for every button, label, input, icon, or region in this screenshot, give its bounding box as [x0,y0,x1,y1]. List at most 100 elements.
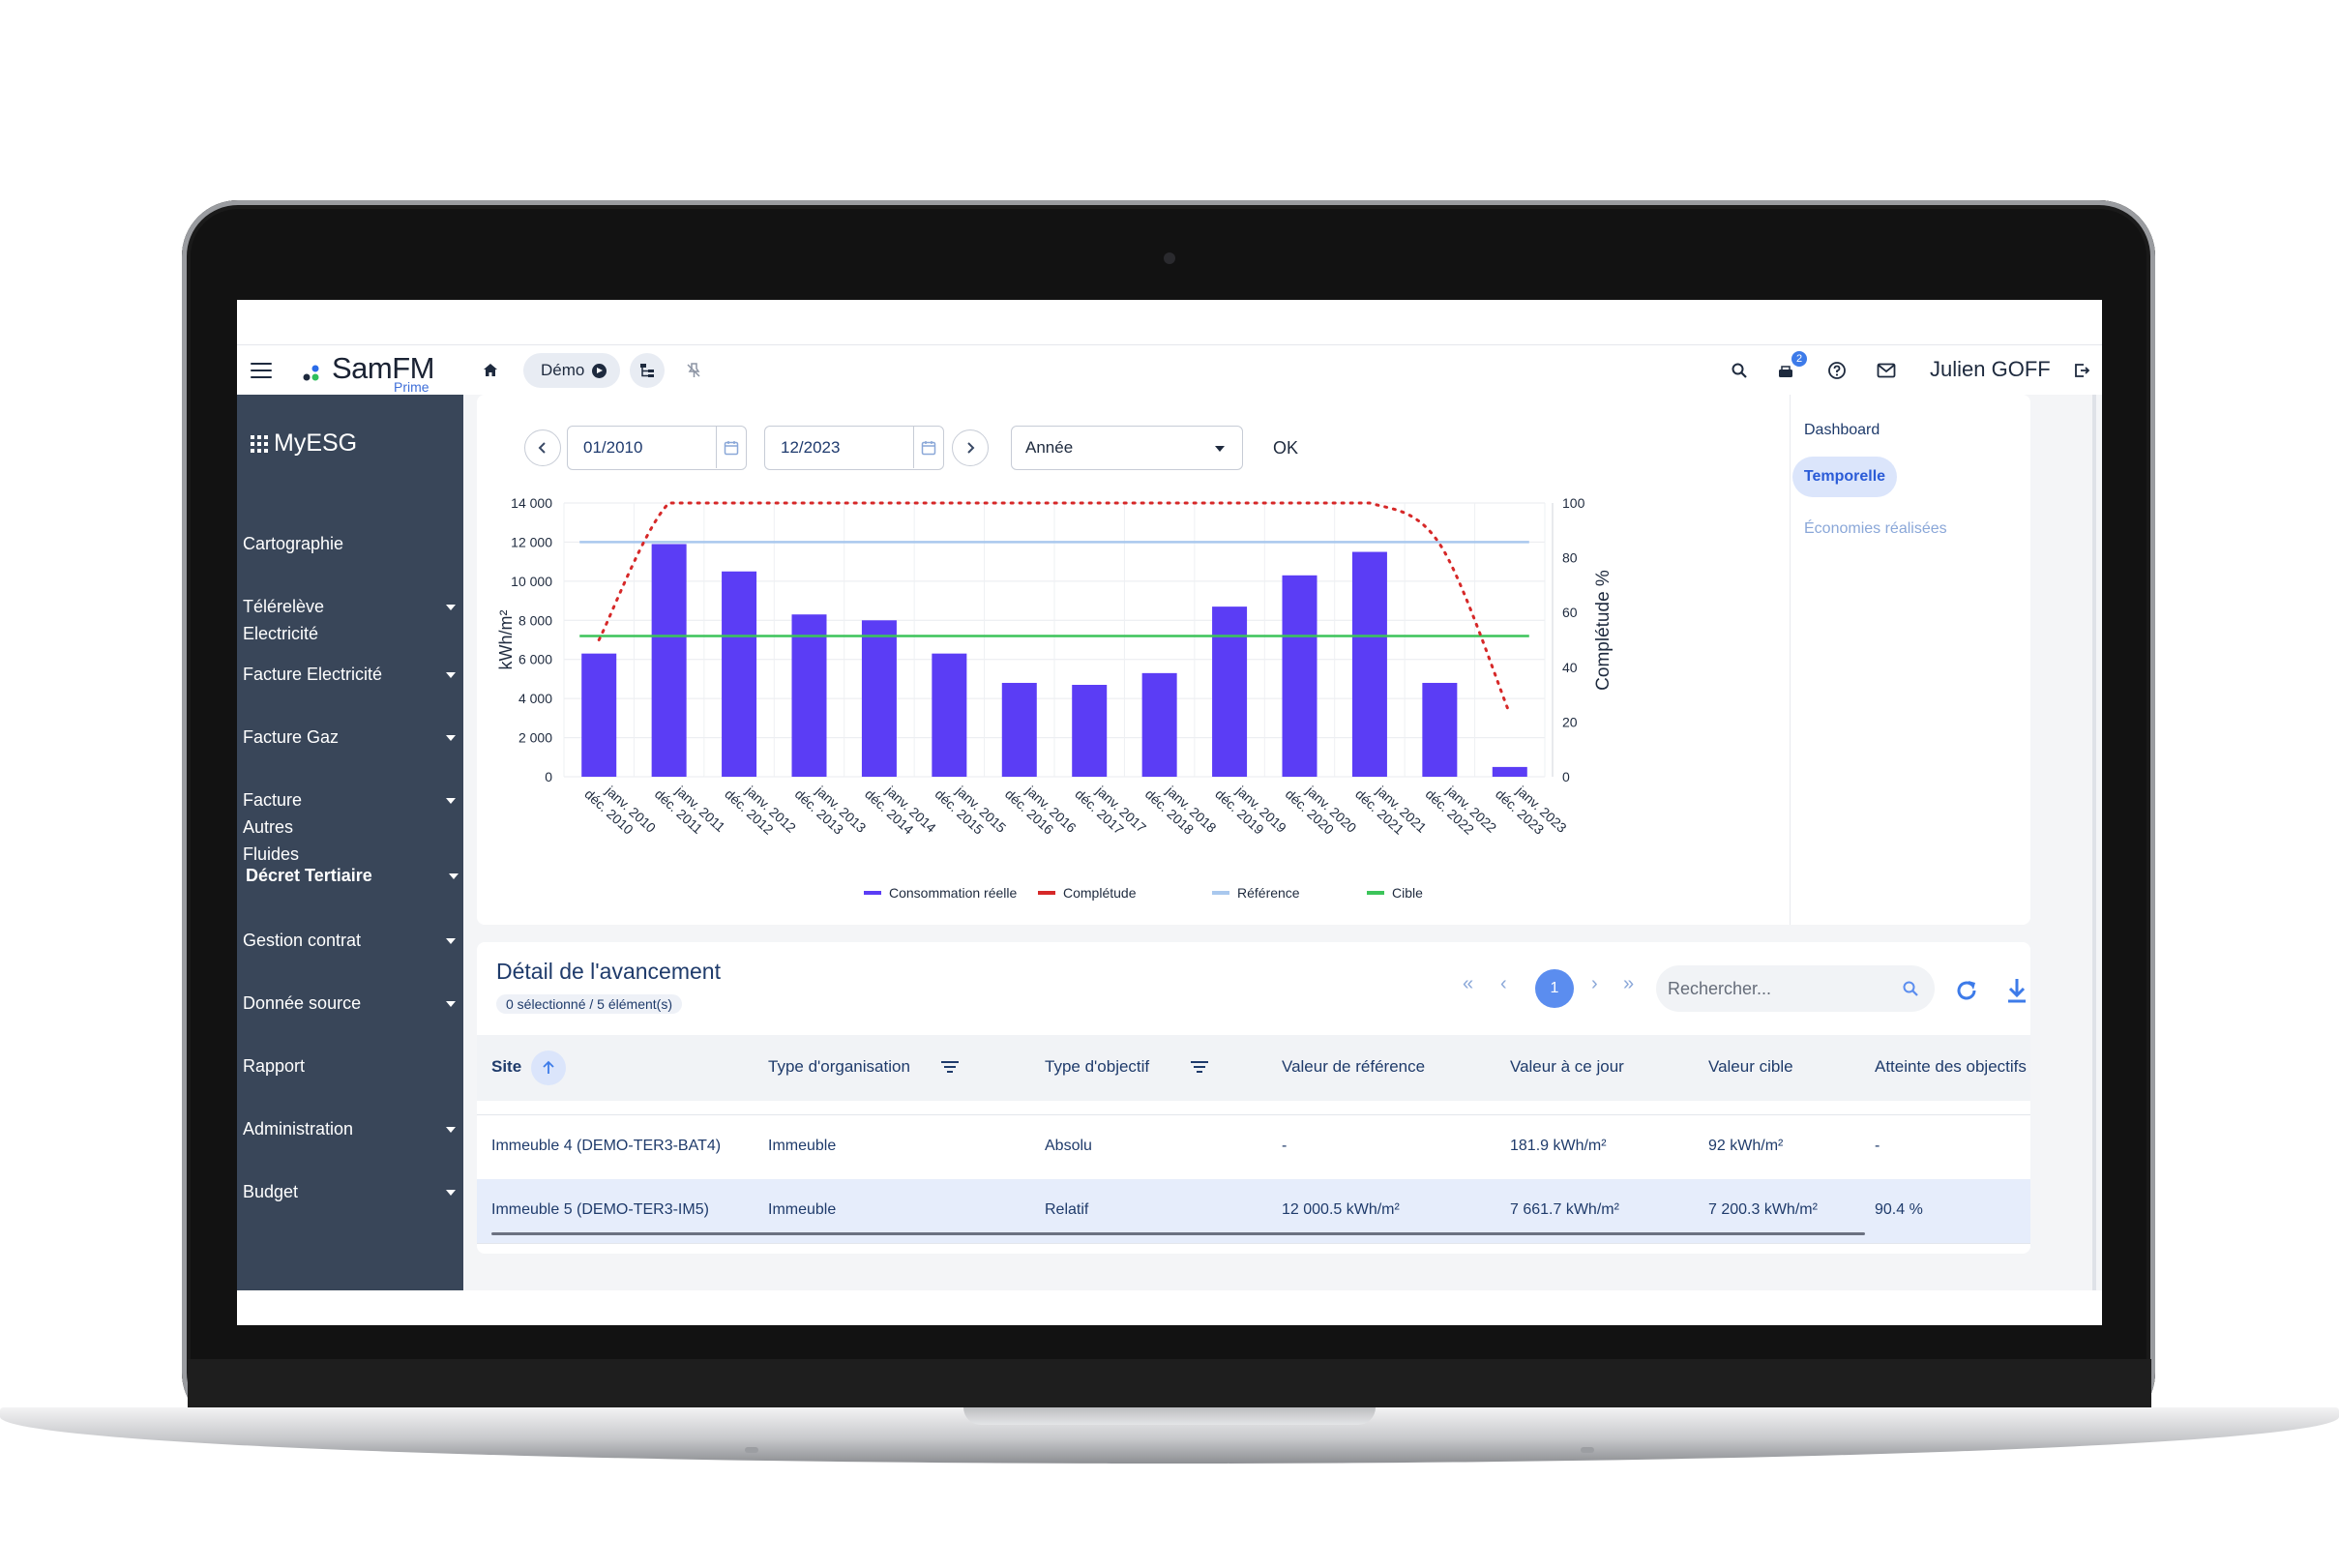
home-icon[interactable] [479,359,502,382]
sidebar-item[interactable]: Facture Gaz [243,724,456,751]
pin-off-icon[interactable] [682,359,705,382]
help-icon[interactable] [1825,359,1849,382]
filter-icon[interactable] [941,1061,959,1075]
y2-tick-label: 60 [1562,605,1578,620]
next-period-button[interactable] [952,429,989,466]
sort-asc-button[interactable] [531,1050,566,1085]
sidebar-item[interactable]: Donnée source [243,990,456,1017]
bar [1422,682,1458,777]
top-bar: SamFM Prime Démo 2 Julien GOFF [237,344,2102,396]
bar [722,571,757,777]
col-valeur-jour[interactable]: Valeur à ce jour [1510,1057,1624,1077]
period-value: Année [1025,438,1074,457]
filter-icon[interactable] [1191,1061,1208,1075]
bar [651,544,687,777]
calendar-icon[interactable] [716,427,746,468]
x-tick-label: janv. 2012déc. 2012 [722,774,799,848]
chevron-right-icon [967,442,975,454]
next-page-icon[interactable]: › [1591,973,1598,995]
prev-page-icon[interactable]: ‹ [1500,973,1507,995]
table-cell: 181.9 kWh/m² [1510,1138,1607,1154]
search-icon[interactable] [1728,359,1751,382]
y2-tick-label: 20 [1562,714,1578,729]
x-tick-label: janv. 2013déc. 2013 [792,774,870,848]
y-tick-label: 14 000 [511,495,552,511]
ok-button[interactable]: OK [1273,438,1298,459]
table-cell: - [1875,1138,1880,1154]
y2-tick-label: 80 [1562,550,1578,566]
sidebar-item[interactable]: Cartographie [243,530,456,557]
demo-selector[interactable]: Démo [523,353,620,388]
y2-axis-label: Complétude % [1593,570,1614,691]
legend-swatch [1367,891,1384,895]
period-select[interactable]: Année [1011,426,1243,470]
selection-count: 0 sélectionné / 5 élément(s) [496,994,682,1014]
y-tick-label: 8 000 [518,612,552,628]
nav-dashboard[interactable]: Dashboard [1804,422,1880,439]
y-tick-label: 12 000 [511,534,552,549]
download-icon[interactable] [2005,977,2028,1004]
logo-subtitle: Prime [394,379,429,395]
logout-icon[interactable] [2070,359,2093,382]
bar [581,653,617,777]
table-cell: 92 kWh/m² [1708,1138,1784,1154]
col-type-objectif[interactable]: Type d'objectif [1045,1057,1149,1077]
nav-temporelle[interactable]: Temporelle [1792,457,1897,497]
hierarchy-button[interactable] [630,353,665,388]
page-number-button[interactable]: 1 [1535,969,1574,1008]
col-atteinte[interactable]: Atteinte des objectifs [1875,1057,2027,1077]
legend-label: Consommation réelle [889,885,1017,901]
y2-tick-label: 100 [1562,495,1585,511]
table-row[interactable]: Immeuble 4 (DEMO-TER3-BAT4) Immeuble Absol… [477,1115,2030,1180]
sidebar-item[interactable]: Facture Electricité [243,661,456,688]
sidebar-item-label: Administration [243,1119,354,1139]
sidebar-item[interactable]: Rapport [243,1052,456,1080]
prev-period-button[interactable] [524,429,561,466]
x-tick-label: janv. 2020déc. 2020 [1283,774,1360,848]
col-valeur-reference[interactable]: Valeur de référence [1282,1057,1425,1077]
search-placeholder: Rechercher... [1668,978,1772,998]
chevron-down-icon [1215,446,1225,452]
sidebar-item[interactable]: Gestion contrat [243,927,456,954]
chevron-down-icon [446,672,456,678]
bar [861,620,897,777]
horizontal-scrollbar[interactable] [491,1232,1865,1235]
col-type-organisation[interactable]: Type d'organisation [768,1057,910,1077]
chevron-down-icon [446,1001,456,1007]
sidebar-item[interactable]: Budget [243,1178,456,1205]
last-page-icon[interactable]: » [1623,973,1634,995]
sidebar-item[interactable]: Télérelève Electricité [243,593,456,647]
table-cell: Immeuble [768,1138,837,1154]
legend-swatch [864,891,881,895]
end-date-input[interactable]: 12/2023 [764,426,944,470]
table-card: Détail de l'avancement 0 sélectionné / 5… [477,942,2030,1254]
chevron-down-icon [446,605,456,610]
first-page-icon[interactable]: « [1463,973,1473,995]
y2-tick-label: 40 [1562,660,1578,675]
arrow-up-icon [543,1060,554,1074]
y-tick-label: 4 000 [518,691,552,706]
col-site[interactable]: Site [491,1057,521,1077]
sidebar-item-label: Gestion contrat [243,931,362,950]
laptop-foot [1581,1447,1594,1453]
vertical-scrollbar[interactable] [2092,395,2096,1290]
bar [1212,606,1248,777]
brand[interactable]: MyESG [251,429,357,458]
user-name[interactable]: Julien GOFF [1930,357,2051,382]
col-valeur-cible[interactable]: Valeur cible [1708,1057,1793,1077]
calendar-icon[interactable] [913,427,943,468]
nav-economies[interactable]: Économies réalisées [1804,520,1947,538]
demo-label: Démo [541,361,585,379]
start-date-input[interactable]: 01/2010 [567,426,747,470]
refresh-icon[interactable] [1953,977,1980,1004]
sidebar-item[interactable]: Facture Autres Fluides [243,786,456,868]
legend-swatch [1212,891,1229,895]
sidebar-item[interactable]: Administration [243,1115,456,1142]
table-header: Site Type d'organisation Type d'objectif… [477,1035,2030,1101]
mail-icon[interactable] [1875,359,1898,382]
menu-icon[interactable] [251,363,272,378]
x-tick-label: janv. 2016déc. 2016 [1002,774,1080,848]
sidebar-item[interactable]: Décret Tertiaire [246,862,459,889]
search-input[interactable]: Rechercher... [1656,965,1935,1012]
y-axis-label: kWh/m² [496,610,516,670]
